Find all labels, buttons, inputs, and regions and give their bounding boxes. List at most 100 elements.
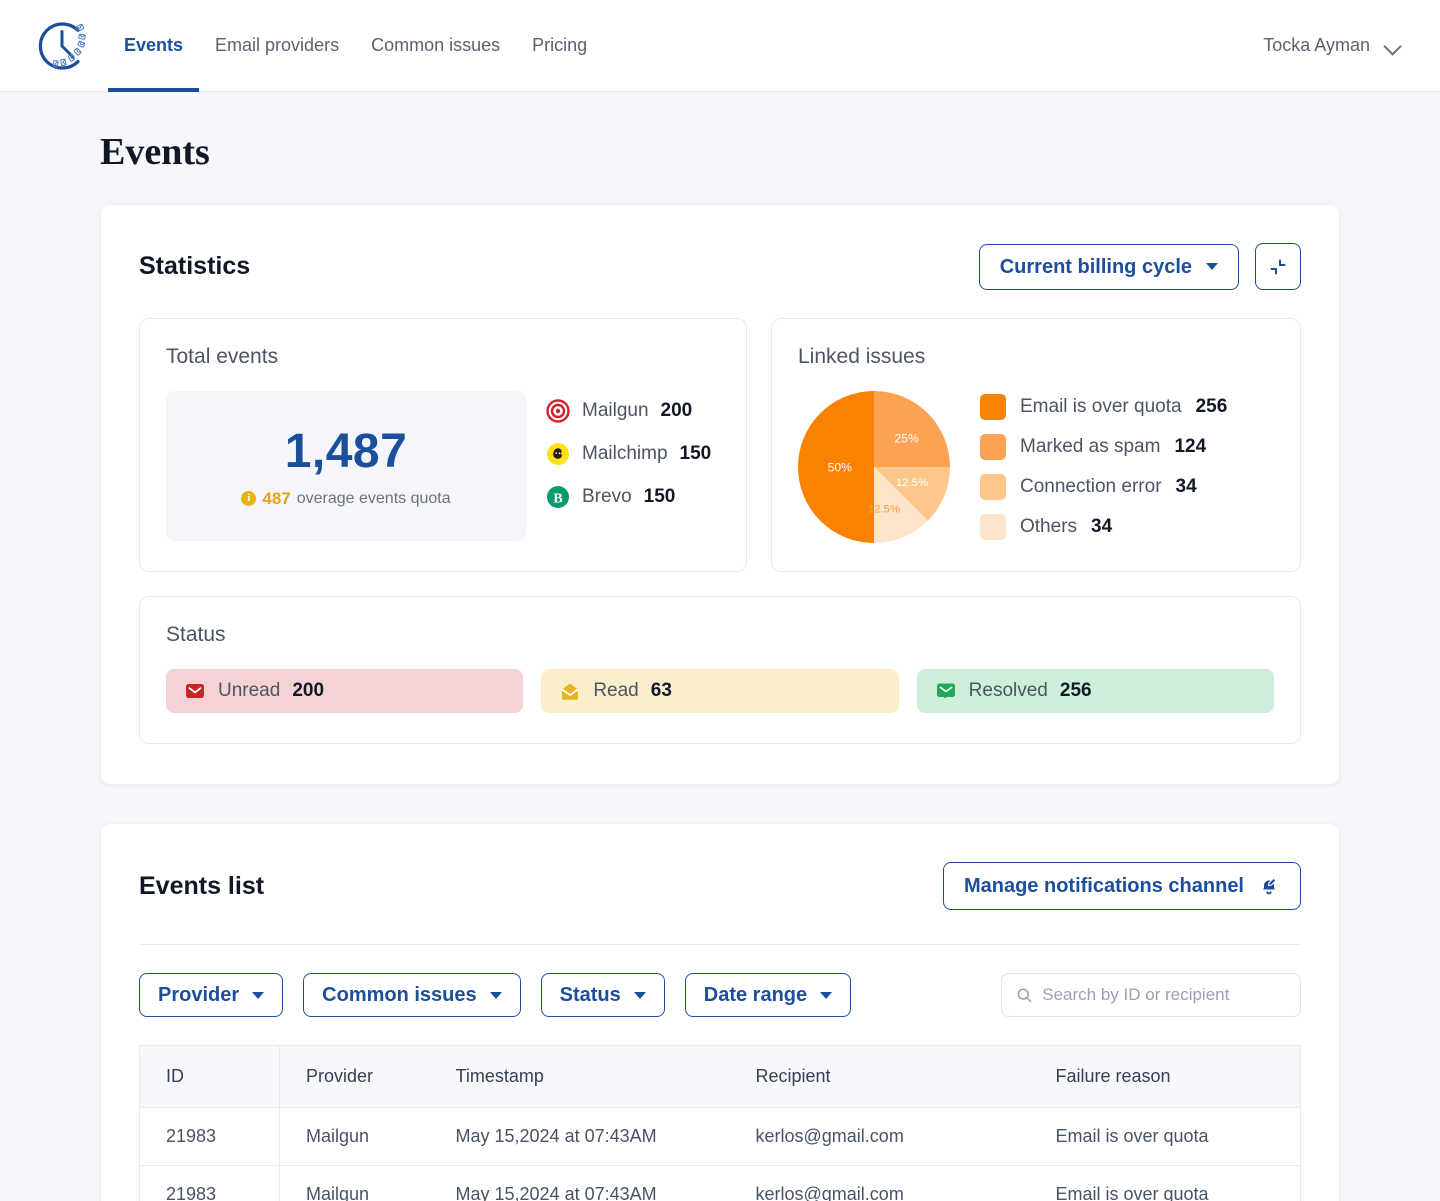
brevo-icon: B (547, 486, 569, 508)
statistics-title: Statistics (139, 252, 251, 280)
linked-issues-body: 50% 25% 12.5% 12.5% Email is over quota … (798, 391, 1274, 543)
filter-date-range[interactable]: Date range (684, 973, 852, 1017)
status-pill-read[interactable]: Read 63 (541, 669, 899, 713)
cell-id: 21983 (139, 1107, 280, 1166)
filter-provider[interactable]: Provider (139, 973, 284, 1017)
search-input[interactable] (1042, 985, 1286, 1005)
page-content: Events Statistics Current billing cycle (0, 130, 1440, 1201)
legend-count-marked-as-spam: 124 (1174, 436, 1207, 457)
user-name: Tocka Ayman (1263, 35, 1370, 55)
provider-row-mailgun: Mailgun 200 (546, 399, 711, 423)
overage-quota-note: i 487 overage events quota (241, 488, 451, 509)
legend-item-others: Others 34 (980, 514, 1227, 540)
chevron-down-icon (252, 991, 265, 999)
chevron-down-icon (820, 991, 833, 999)
provider-count-mailgun: 200 (660, 400, 693, 421)
user-menu[interactable]: Tocka Ayman (1263, 35, 1406, 56)
legend-item-connection-error: Connection error 34 (980, 474, 1227, 500)
events-list-header: Events list Manage notifications channel (139, 862, 1301, 910)
bell-edit-icon (1263, 877, 1277, 895)
status-count-read: 63 (650, 680, 672, 701)
linked-issues-title: Linked issues (798, 345, 926, 368)
provider-name-mailchimp: Mailchimp (582, 443, 668, 464)
linked-issues-legend: Email is over quota 256 Marked as spam 1… (980, 394, 1227, 540)
pie-label-25: 25% (895, 432, 920, 446)
status-label-read: Read (593, 680, 639, 701)
manage-notifications-label: Manage notifications channel (963, 875, 1244, 897)
provider-row-brevo: B Brevo 150 (546, 485, 711, 509)
events-list-divider (139, 944, 1301, 945)
legend-count-others: 34 (1091, 516, 1113, 537)
top-navigation-bar: Events Email providers Common issues Pri… (0, 0, 1440, 92)
mailchimp-icon (547, 443, 569, 465)
nav-label-common-issues: Common issues (371, 35, 501, 55)
cell-failure-reason: Email is over quota (1029, 1165, 1301, 1201)
provider-name-brevo: Brevo (582, 486, 632, 507)
billing-cycle-dropdown[interactable]: Current billing cycle (978, 243, 1239, 290)
pie-slice-marked-as-spam (874, 391, 950, 467)
billing-cycle-label: Current billing cycle (999, 255, 1192, 278)
status-pill-resolved[interactable]: Resolved 256 (916, 669, 1274, 713)
pie-label-12-5-b: 12.5% (868, 504, 900, 516)
total-events-card: Total events 1,487 i 487 overage events … (139, 318, 747, 572)
provider-count-brevo: 150 (643, 486, 676, 507)
chevron-down-icon (633, 991, 646, 999)
events-table-head: ID Provider Timestamp Recipient Failure … (139, 1045, 1301, 1108)
events-list-card: Events list Manage notifications channel… (100, 823, 1340, 1201)
page-title: Events (100, 131, 210, 173)
search-icon (1017, 988, 1032, 1003)
nav-item-common-issues[interactable]: Common issues (355, 0, 516, 92)
overage-count: 487 (262, 488, 291, 508)
cell-timestamp: May 15,2024 at 07:43AM (429, 1107, 730, 1166)
filter-label-common-issues: Common issues (322, 984, 477, 1006)
nav-item-email-providers[interactable]: Email providers (199, 0, 355, 92)
legend-swatch-connection-error (980, 474, 1006, 500)
filter-common-issues[interactable]: Common issues (303, 973, 521, 1017)
mailgun-icon (546, 399, 570, 423)
nav-label-email-providers: Email providers (215, 35, 340, 55)
overage-text: overage events quota (296, 489, 451, 507)
table-row[interactable]: 21983 Mailgun May 15,2024 at 07:43AM ker… (139, 1107, 1301, 1166)
cell-id: 21983 (139, 1165, 280, 1201)
column-header-timestamp[interactable]: Timestamp (429, 1045, 730, 1108)
column-header-provider[interactable]: Provider (279, 1045, 430, 1108)
manage-notifications-channel-button[interactable]: Manage notifications channel (942, 862, 1301, 910)
filter-status[interactable]: Status (540, 973, 665, 1017)
status-label-unread: Unread (218, 680, 281, 701)
statistics-header: Statistics Current billing cycle (139, 243, 1301, 290)
linked-issues-card: Linked issues 50% 25% 12.5% 12.5% Email … (771, 318, 1301, 572)
envelope-check-icon (936, 683, 955, 699)
cell-provider: Mailgun (279, 1165, 430, 1201)
status-card: Status Unread 200 Read 63 Resolved 256 (139, 596, 1301, 744)
nav-label-pricing: Pricing (532, 35, 588, 55)
column-header-id[interactable]: ID (139, 1045, 280, 1108)
column-header-failure-reason[interactable]: Failure reason (1029, 1045, 1301, 1108)
svg-text:B: B (553, 491, 562, 506)
nav-item-events[interactable]: Events (108, 0, 200, 92)
filter-label-status: Status (559, 984, 621, 1006)
events-table-body: 21983 Mailgun May 15,2024 at 07:43AM ker… (139, 1107, 1301, 1201)
status-pill-unread[interactable]: Unread 200 (166, 669, 524, 713)
nav-item-pricing[interactable]: Pricing (516, 0, 603, 92)
events-list-title: Events list (139, 871, 265, 900)
events-filters: Provider Common issues Status Date range (139, 973, 1301, 1017)
provider-name-mailgun: Mailgun (582, 400, 649, 421)
collapse-button[interactable] (1255, 243, 1301, 290)
collapse-icon (1270, 259, 1286, 274)
search-box[interactable] (1001, 973, 1301, 1017)
cell-provider: Mailgun (279, 1107, 430, 1166)
legend-label-others: Others (1020, 516, 1078, 537)
cell-failure-reason: Email is over quota (1029, 1107, 1301, 1166)
legend-count-connection-error: 34 (1175, 476, 1197, 497)
pie-label-50: 50% (828, 461, 853, 475)
legend-label-email-over-quota: Email is over quota (1020, 396, 1182, 417)
column-header-recipient[interactable]: Recipient (729, 1045, 1030, 1108)
filter-label-date-range: Date range (703, 984, 808, 1006)
table-row[interactable]: 21983 Mailgun May 15,2024 at 07:43AM ker… (139, 1165, 1301, 1201)
total-events-value: 1,487 (284, 424, 408, 478)
main-nav: Events Email providers Common issues Pri… (108, 0, 603, 92)
statistics-cards-row: Total events 1,487 i 487 overage events … (139, 318, 1301, 572)
status-title: Status (166, 623, 226, 646)
info-icon: i (241, 491, 257, 506)
app-logo[interactable] (34, 18, 90, 74)
